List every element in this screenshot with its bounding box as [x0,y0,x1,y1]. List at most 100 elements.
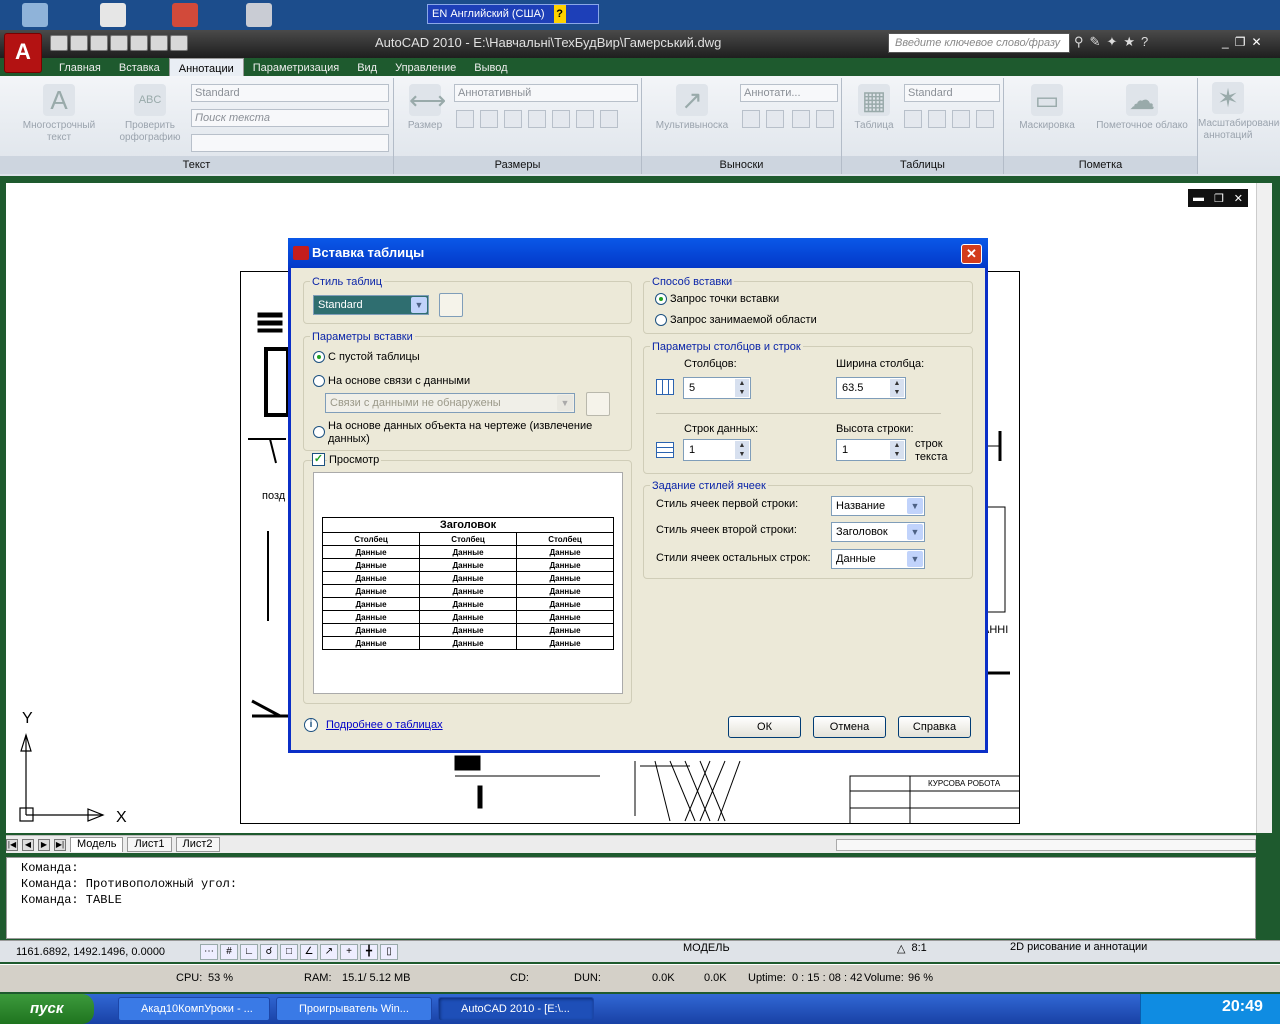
panel-text-title[interactable]: Текст [0,156,393,174]
dyn-icon[interactable]: + [340,943,358,960]
tab-model[interactable]: Модель [70,837,124,852]
mleader-style-dropdown[interactable]: Аннотати... [740,84,838,102]
favorites-icon[interactable]: ★ [1123,34,1135,50]
cancel-button[interactable]: Отмена [813,716,886,738]
columns-spinner[interactable]: 5 ▲ ▼ [683,377,751,399]
last-tab-icon[interactable]: ▶| [54,838,66,851]
calendar-icon[interactable] [172,3,198,27]
tab-annotate[interactable]: Аннотации [168,58,244,78]
table-tool-icon[interactable] [904,110,922,128]
tab-insert[interactable]: Вставка [110,58,169,78]
otrack-icon[interactable]: ∠ [300,943,318,960]
osnap-icon[interactable]: □ [280,943,298,960]
spinner-arrows-icon[interactable]: ▲ ▼ [890,379,904,397]
communication-icon[interactable]: ✦ [1106,34,1117,50]
spinner-arrows-icon[interactable]: ▲ ▼ [890,441,904,459]
row-height-spinner[interactable]: 1 ▲ ▼ [836,439,906,461]
panel-markup-title[interactable]: Пометка [1004,156,1197,174]
radio-insertion-point[interactable] [655,293,667,305]
binoculars-icon[interactable]: ⚲ [1074,34,1084,50]
polar-icon[interactable]: ☌ [260,943,278,960]
plot-preview-icon[interactable] [170,35,188,51]
help-icon[interactable]: ? [1141,34,1148,50]
tab-home[interactable]: Главная [50,58,110,78]
radio-empty-table[interactable] [313,351,325,363]
more-about-tables-link[interactable]: Подробнее о таблицах [326,719,443,731]
horizontal-scrollbar[interactable] [836,838,1256,851]
column-width-spinner[interactable]: 63.5 ▲ ▼ [836,377,906,399]
tab-sheet1[interactable]: Лист1 [127,837,172,852]
vertical-scrollbar[interactable] [1256,183,1272,833]
table-button[interactable]: ▦ Таблица [846,84,902,132]
annotation-scale-button[interactable]: ✶ Масштабирование аннотаций [1198,82,1280,142]
dim-tool-icon[interactable] [504,110,522,128]
panel-dimensions-title[interactable]: Размеры [394,156,641,174]
print-icon[interactable] [150,35,168,51]
ortho-icon[interactable]: ∟ [240,943,258,960]
radio-data-link[interactable] [313,375,325,387]
table-style-edit-icon[interactable] [439,293,463,317]
prev-tab-icon[interactable]: ◀ [22,838,34,851]
table-tool-icon[interactable] [952,110,970,128]
other-rows-style-dropdown[interactable]: Данные ▼ [831,549,925,569]
dimension-button[interactable]: ⟷ Размер [400,84,450,132]
data-rows-spinner[interactable]: 1 ▲ ▼ [683,439,751,461]
taskbar-item[interactable]: Проигрыватель Win... [276,997,432,1021]
ok-button[interactable]: ОК [728,716,801,738]
desktop-app-icon[interactable] [100,3,126,27]
radio-window[interactable] [655,314,667,326]
table-style-dropdown[interactable]: Standard ▼ [313,295,429,315]
table-style-dropdown[interactable]: Standard [904,84,1000,102]
workspace-switch[interactable]: 2D рисование и аннотации [1010,941,1147,953]
dim-tool-icon[interactable] [480,110,498,128]
data-link-manager-icon[interactable] [586,392,610,416]
restore-icon[interactable]: ❐ [1214,192,1224,205]
open-file-icon[interactable] [70,35,88,51]
panel-leaders-title[interactable]: Выноски [642,156,841,174]
qp-icon[interactable]: ▯ [380,943,398,960]
wipeout-button[interactable]: ▭ Маскировка [1008,84,1086,132]
dim-tool-icon[interactable] [552,110,570,128]
coordinates-readout[interactable]: 1161.6892, 1492.1496, 0.0000 [0,946,200,958]
leader-tool-icon[interactable] [792,110,810,128]
next-tab-icon[interactable]: ▶ [38,838,50,851]
radio-data-extraction[interactable] [313,426,325,438]
ducs-icon[interactable]: ↗ [320,943,338,960]
text-style-dropdown[interactable]: Standard [191,84,389,102]
calculator-icon[interactable] [246,3,272,27]
minimize-icon[interactable]: ▬ [1193,192,1204,204]
dim-tool-icon[interactable] [456,110,474,128]
help-icon[interactable]: ? [553,5,566,23]
leader-tool-icon[interactable] [742,110,760,128]
lineweight-icon[interactable]: ╋ [360,943,378,960]
revcloud-button[interactable]: ☁ Пометочное облако [1090,84,1194,132]
autocad-app-menu-button[interactable]: A [4,33,42,73]
taskbar-item-active[interactable]: AutoCAD 2010 - [E:\... [438,997,594,1021]
find-text-input[interactable]: Поиск текста [191,109,389,127]
model-space-toggle[interactable]: МОДЕЛЬ [683,942,730,954]
mleader-button[interactable]: ↗ Мультивыноска [646,84,738,132]
spinner-arrows-icon[interactable]: ▲ ▼ [735,379,749,397]
subscription-icon[interactable]: ✎ [1090,34,1101,50]
restore-icon[interactable]: ❐ [1235,35,1246,49]
first-row-style-dropdown[interactable]: Название ▼ [831,496,925,516]
close-icon[interactable]: ✕ [1234,192,1243,205]
minimize-icon[interactable]: _ [1222,35,1229,49]
grid-icon[interactable]: # [220,943,238,960]
language-bar[interactable]: EN Английский (США) ? [427,4,599,24]
mtext-button[interactable]: A Многострочный текст [14,84,104,144]
second-row-style-dropdown[interactable]: Заголовок ▼ [831,522,925,542]
spinner-arrows-icon[interactable]: ▲ ▼ [735,441,749,459]
search-input[interactable]: Введите ключевое слово/фразу [888,33,1070,53]
tab-parametric[interactable]: Параметризация [244,58,348,78]
text-height-dropdown[interactable] [191,134,389,152]
close-icon[interactable]: ✕ [1251,35,1261,49]
table-tool-icon[interactable] [976,110,994,128]
command-line[interactable]: Команда: Команда: Противоположный угол: … [6,857,1256,939]
spellcheck-button[interactable]: ABC Проверить орфографию [110,84,190,144]
save-icon[interactable] [90,35,108,51]
taskbar-item[interactable]: Акад10КомпУроки - ... [118,997,270,1021]
dim-tool-icon[interactable] [528,110,546,128]
tab-view[interactable]: Вид [348,58,386,78]
preview-checkbox[interactable]: ✓ [312,453,325,466]
